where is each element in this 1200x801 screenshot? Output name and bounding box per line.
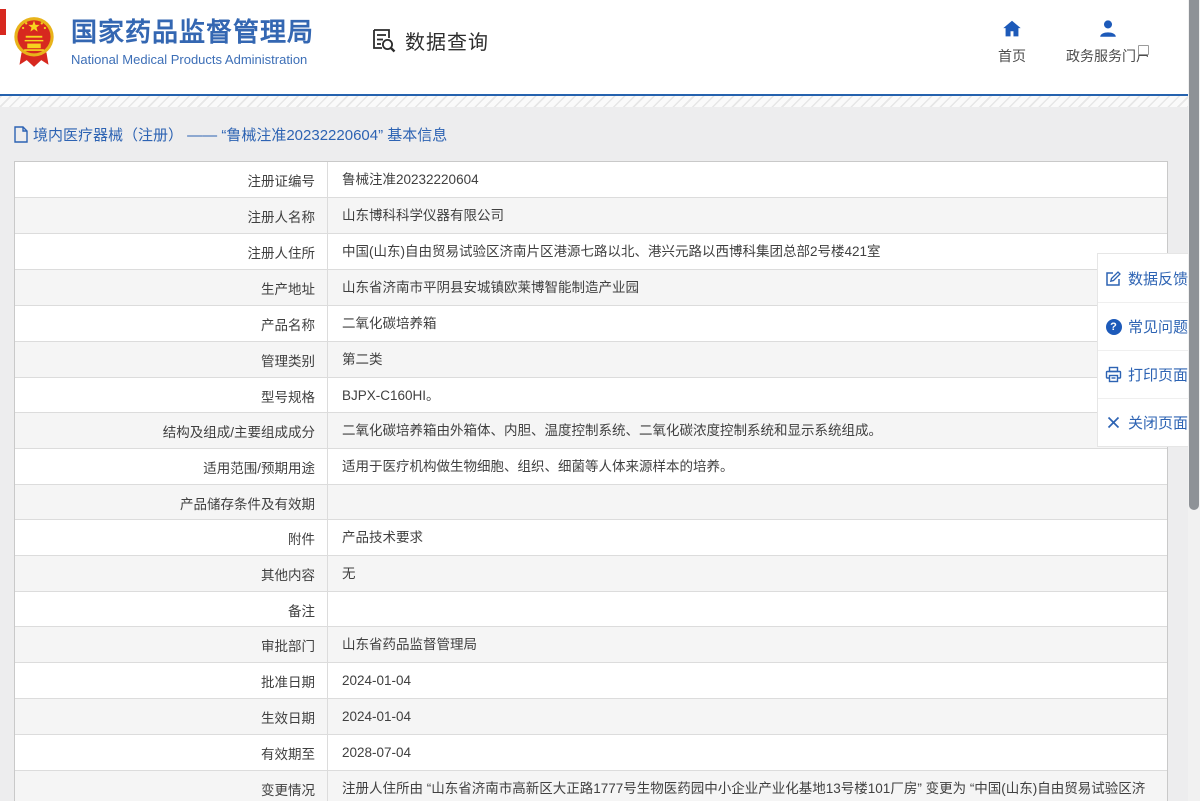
mini-widget-icon [1138,45,1149,55]
table-row: 注册人名称 山东博科科学仪器有限公司 [15,197,1167,234]
table-row: 批准日期 2024-01-04 [15,663,1167,699]
table-row: 生产地址 山东省济南市平阴县安城镇欧莱博智能制造产业园 [15,269,1167,306]
nav-item-portal[interactable]: 政务服务门户 [1066,17,1150,66]
field-value [328,592,1167,626]
field-value: 2024-01-04 [342,708,412,724]
table-row: 变更情况 注册人住所由 “山东省济南市高新区大正路1777号生物医药园中小企业产业… [15,770,1167,801]
panel-label-faq: 常见问题 [1128,319,1189,336]
panel-item-feedback[interactable]: 数据反馈 [1098,254,1188,302]
field-label: 变更情况 [15,770,328,801]
scrollbar-track[interactable] [1188,0,1200,801]
field-value: 二氧化碳培养箱由外箱体、内胆、温度控制系统、二氧化碳浓度控制系统和显示系统组成。 [342,423,882,439]
question-icon: ? [1105,318,1122,335]
field-value: BJPX-C160HI。 [342,387,440,403]
print-icon [1105,366,1122,383]
feedback-edit-icon [1105,270,1122,287]
field-value [328,485,1167,519]
panel-label-close: 关闭页面 [1128,415,1189,432]
field-label: 有效期至 [15,734,328,770]
field-value: 2024-01-04 [342,673,412,689]
brand-text: 国家药品监督管理局 National Medical Products Admi… [71,13,314,67]
top-nav: 首页 政务服务门户 [998,17,1150,66]
table-row: 管理类别 第二类 [15,341,1167,378]
home-icon [1001,17,1023,41]
field-label: 产品储存条件及有效期 [15,485,328,520]
field-label: 管理类别 [15,341,328,377]
side-panel: 数据反馈 ? 常见问题 打印页面 关闭页面 [1097,253,1188,447]
close-icon [1105,414,1122,431]
field-label: 型号规格 [15,377,328,413]
data-query-icon [373,29,396,53]
panel-label-print: 打印页面 [1128,367,1189,384]
hatch-band [0,96,1200,107]
panel-item-faq[interactable]: ? 常见问题 [1098,302,1188,350]
data-query-label: 数据查询 [405,32,489,54]
user-icon [1097,17,1119,41]
field-value: 产品技术要求 [342,530,423,546]
field-value: 无 [342,566,356,582]
table-row: 有效期至 2028-07-04 [15,734,1167,771]
table-row: 型号规格 BJPX-C160HI。 [15,377,1167,414]
field-label: 审批部门 [15,627,328,663]
table-row: 备注 [15,592,1167,628]
document-icon [14,125,28,143]
nav-label-home: 首页 [998,48,1026,64]
field-value: 山东省济南市平阴县安城镇欧莱博智能制造产业园 [342,279,639,295]
red-decoration [0,9,6,35]
panel-item-close[interactable]: 关闭页面 [1098,398,1188,446]
site-subtitle: National Medical Products Administration [71,52,308,68]
field-value: 第二类 [342,351,383,367]
field-label: 适用范围/预期用途 [15,449,328,485]
table-row: 结构及组成/主要组成成分 二氧化碳培养箱由外箱体、内胆、温度控制系统、二氧化碳浓度… [15,413,1167,450]
info-table: 注册证编号 鲁械注准20232220604 注册人名称 山东博科科学仪器有限公司 注册人… [14,161,1168,801]
field-label: 附件 [15,520,328,556]
table-row: 生效日期 2024-01-04 [15,698,1167,735]
field-label: 结构及组成/主要组成成分 [15,413,328,449]
field-label: 注册人住所 [15,233,328,269]
page: 国家药品监督管理局 National Medical Products Admi… [0,0,1200,801]
field-label: 生效日期 [15,698,328,734]
panel-label-feedback: 数据反馈 [1128,270,1189,288]
table-row: 注册人住所 中国(山东)自由贸易试验区济南片区港源七路以北、港兴元路以西博科集团总… [15,233,1167,270]
table-row: 产品储存条件及有效期 [15,485,1167,521]
nav-item-home[interactable]: 首页 [998,17,1026,66]
scrollbar-thumb[interactable] [1189,0,1199,510]
field-value: 鲁械注准20232220604 [342,172,479,187]
data-query-link[interactable]: 数据查询 [370,26,489,55]
national-emblem-icon [14,17,54,67]
page-title: 境内医疗器械（注册） —— “鲁械注准20232220604” 基本信息 [33,126,448,144]
field-value: 山东博科科学仪器有限公司 [342,207,504,223]
table-row: 适用范围/预期用途 适用于医疗机构做生物细胞、组织、细菌等人体来源样本的培养。 [15,449,1167,486]
field-value: 注册人住所由 “山东省济南市高新区大正路1777号生物医药园中小企业产业化基地1… [342,780,1146,796]
field-value: 2028-07-04 [342,744,412,760]
field-label: 注册人名称 [15,197,328,233]
table-row: 其他内容无 [15,556,1167,593]
site-logo-link[interactable]: 国家药品监督管理局 National Medical Products Admi… [13,13,314,71]
field-value: 二氧化碳培养箱 [342,315,437,331]
field-value: 中国(山东)自由贸易试验区济南片区港源七路以北、港兴元路以西博科集团总部2号楼4… [342,243,881,259]
field-label: 批准日期 [15,663,328,698]
breadcrumb: 境内医疗器械（注册） —— “鲁械注准20232220604” 基本信息 [14,107,447,161]
table-row: 附件 产品技术要求 [15,520,1167,557]
field-value: 山东省药品监督管理局 [342,637,477,653]
field-label: 其他内容 [15,556,328,592]
field-label: 备注 [15,592,328,627]
field-label: 注册证编号 [15,162,328,197]
table-row: 审批部门 山东省药品监督管理局 [15,627,1167,664]
site-header: 国家药品监督管理局 National Medical Products Admi… [0,0,1200,94]
table-row: 产品名称 二氧化碳培养箱 [15,305,1167,342]
panel-item-print[interactable]: 打印页面 [1098,350,1188,398]
content-area: 境内医疗器械（注册） —— “鲁械注准20232220604” 基本信息 注册证… [0,107,1200,801]
site-title: 国家药品监督管理局 [71,17,315,47]
field-label: 产品名称 [15,305,328,341]
field-value: 适用于医疗机构做生物细胞、组织、细菌等人体来源样本的培养。 [342,459,734,475]
field-label: 生产地址 [15,269,328,305]
table-row: 注册证编号 鲁械注准20232220604 [15,162,1167,198]
